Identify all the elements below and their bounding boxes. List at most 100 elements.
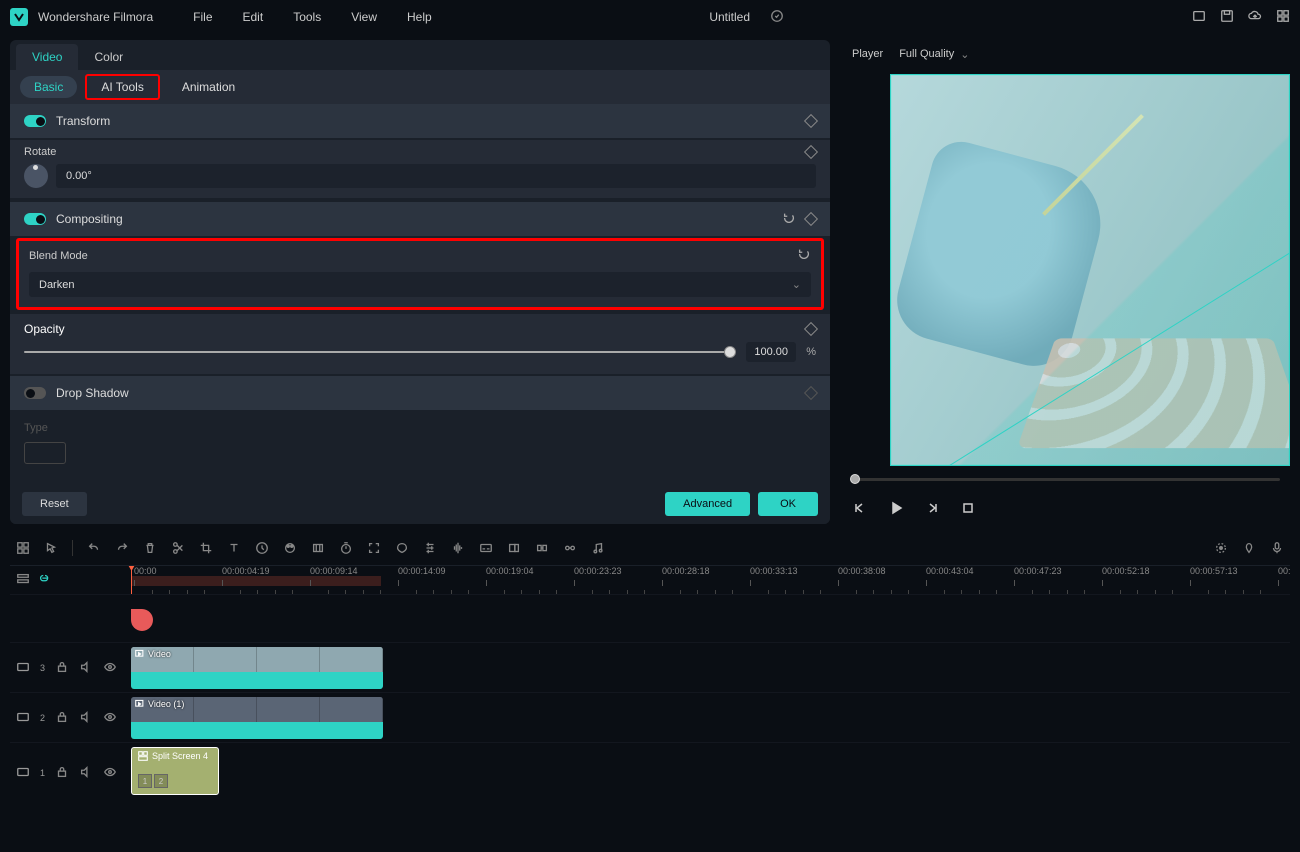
subtab-ai-tools[interactable]: AI Tools bbox=[85, 74, 159, 100]
music-tool-icon[interactable] bbox=[591, 541, 605, 555]
section-drop-shadow[interactable]: Drop Shadow bbox=[10, 376, 830, 410]
clip-video-2[interactable]: Video (1) bbox=[131, 697, 383, 739]
subtab-animation[interactable]: Animation bbox=[168, 76, 249, 98]
preview-image bbox=[891, 75, 1289, 465]
opacity-slider-thumb[interactable] bbox=[724, 346, 736, 358]
media-library-icon[interactable] bbox=[16, 541, 30, 555]
rotate-value-input[interactable] bbox=[56, 164, 816, 188]
mute-icon[interactable] bbox=[79, 710, 93, 726]
render-icon[interactable] bbox=[1214, 541, 1228, 555]
expand-icon[interactable] bbox=[367, 541, 381, 555]
marker-icon[interactable] bbox=[1242, 541, 1256, 555]
ruler-mark: 00:00:43:04 bbox=[926, 566, 974, 576]
compositing-reset-icon[interactable] bbox=[782, 211, 796, 228]
properties-scroll[interactable]: Transform Rotate Compositing bbox=[10, 104, 830, 484]
marker-tool-icon[interactable] bbox=[507, 541, 521, 555]
grid-icon[interactable] bbox=[1276, 9, 1290, 26]
save-icon[interactable] bbox=[1220, 9, 1234, 26]
ruler-mark: 00:00:33:13 bbox=[750, 566, 798, 576]
lock-icon[interactable] bbox=[55, 710, 69, 726]
scrub-thumb[interactable] bbox=[850, 474, 860, 484]
link-tool-icon[interactable] bbox=[563, 541, 577, 555]
redo-icon[interactable] bbox=[115, 541, 129, 555]
clip-split-screen[interactable]: Split Screen 4 1 2 bbox=[131, 747, 219, 795]
track-manager-icon[interactable] bbox=[16, 572, 30, 589]
track-2: 2 Video (1) bbox=[10, 692, 1290, 742]
playhead[interactable] bbox=[131, 566, 132, 594]
mic-icon[interactable] bbox=[1270, 541, 1284, 555]
subtab-basic[interactable]: Basic bbox=[20, 76, 77, 98]
opacity-value[interactable]: 100.00 bbox=[746, 342, 796, 362]
audio-marker-icon[interactable] bbox=[131, 609, 153, 631]
drop-shadow-type-selector[interactable] bbox=[24, 442, 66, 464]
quality-dropdown[interactable]: Full Quality ⌄ bbox=[899, 48, 969, 61]
blend-mode-label: Blend Mode bbox=[29, 250, 789, 262]
preview-scrubber[interactable] bbox=[850, 474, 1280, 486]
blend-reset-icon[interactable] bbox=[797, 247, 811, 264]
tab-color[interactable]: Color bbox=[78, 44, 139, 70]
lock-icon[interactable] bbox=[55, 765, 69, 781]
visibility-icon[interactable] bbox=[103, 710, 117, 726]
blend-mode-dropdown[interactable]: Darken ⌄ bbox=[29, 272, 811, 297]
clip-video-1[interactable]: Video bbox=[131, 647, 383, 689]
timeline-ruler[interactable]: 00:0000:00:04:1900:00:09:1400:00:14:0900… bbox=[128, 566, 1290, 594]
rotate-knob[interactable] bbox=[24, 164, 48, 188]
prev-frame-button[interactable] bbox=[852, 500, 868, 519]
layout-icon[interactable] bbox=[1192, 9, 1206, 26]
top-tabs: Video Color bbox=[10, 40, 830, 70]
menu-tools[interactable]: Tools bbox=[293, 10, 321, 24]
opacity-slider[interactable] bbox=[24, 351, 736, 353]
drop-shadow-keyframe-icon[interactable] bbox=[804, 386, 818, 400]
advanced-button[interactable]: Advanced bbox=[665, 492, 750, 516]
ruler-mark: 00:00:04:19 bbox=[222, 566, 270, 576]
cursor-tool-icon[interactable] bbox=[44, 541, 58, 555]
menu-view[interactable]: View bbox=[351, 10, 377, 24]
timer-icon[interactable] bbox=[339, 541, 353, 555]
preview-viewport[interactable] bbox=[890, 74, 1290, 466]
compositing-toggle[interactable] bbox=[24, 213, 46, 225]
rotate-keyframe-icon[interactable] bbox=[804, 145, 818, 159]
cloud-upload-icon[interactable] bbox=[1248, 9, 1262, 26]
undo-icon[interactable] bbox=[87, 541, 101, 555]
crop-icon[interactable] bbox=[199, 541, 213, 555]
mute-icon[interactable] bbox=[79, 765, 93, 781]
audio-icon[interactable] bbox=[451, 541, 465, 555]
play-button[interactable] bbox=[888, 500, 904, 519]
visibility-icon[interactable] bbox=[103, 765, 117, 781]
chevron-down-icon: ⌄ bbox=[792, 278, 801, 291]
track-number: 2 bbox=[40, 713, 45, 723]
delete-icon[interactable] bbox=[143, 541, 157, 555]
mute-icon[interactable] bbox=[79, 660, 93, 676]
opacity-keyframe-icon[interactable] bbox=[804, 322, 818, 336]
mask-tool-icon[interactable] bbox=[395, 541, 409, 555]
visibility-icon[interactable] bbox=[103, 660, 117, 676]
green-screen-icon[interactable] bbox=[311, 541, 325, 555]
reset-button[interactable]: Reset bbox=[22, 492, 87, 516]
subtitle-icon[interactable] bbox=[479, 541, 493, 555]
auto-ripple-icon[interactable] bbox=[38, 572, 52, 589]
compositing-keyframe-icon[interactable] bbox=[804, 212, 818, 226]
section-transform[interactable]: Transform bbox=[10, 104, 830, 138]
next-frame-button[interactable] bbox=[924, 500, 940, 519]
stop-button[interactable] bbox=[960, 500, 976, 519]
menu-file[interactable]: File bbox=[193, 10, 212, 24]
timeline-toolbar bbox=[10, 530, 1290, 566]
color-icon[interactable] bbox=[283, 541, 297, 555]
speed-icon[interactable] bbox=[255, 541, 269, 555]
menu-edit[interactable]: Edit bbox=[243, 10, 264, 24]
ok-button[interactable]: OK bbox=[758, 492, 818, 516]
split-cell-1: 1 bbox=[138, 774, 152, 788]
snap-icon[interactable] bbox=[535, 541, 549, 555]
section-compositing[interactable]: Compositing bbox=[10, 202, 830, 236]
drop-shadow-toggle[interactable] bbox=[24, 387, 46, 399]
adjust-icon[interactable] bbox=[423, 541, 437, 555]
text-tool-icon[interactable] bbox=[227, 541, 241, 555]
tab-video[interactable]: Video bbox=[16, 44, 78, 70]
transform-toggle[interactable] bbox=[24, 115, 46, 127]
opacity-unit: % bbox=[806, 346, 816, 358]
ruler-mark: 00:00:23:23 bbox=[574, 566, 622, 576]
transform-keyframe-icon[interactable] bbox=[804, 114, 818, 128]
menu-help[interactable]: Help bbox=[407, 10, 432, 24]
lock-icon[interactable] bbox=[55, 660, 69, 676]
split-icon[interactable] bbox=[171, 541, 185, 555]
